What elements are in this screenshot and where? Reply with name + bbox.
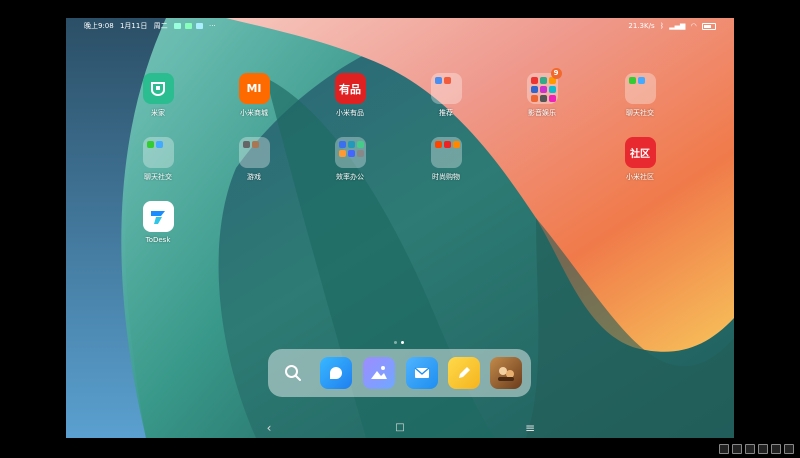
app-label: 影音娱乐 xyxy=(528,109,556,117)
signal-icon: ▂▄▆ xyxy=(669,22,686,30)
status-more: ··· xyxy=(209,22,216,30)
folder-office[interactable]: 效率办公 xyxy=(320,137,380,182)
todesk-icon xyxy=(142,201,174,232)
page-indicator xyxy=(394,329,408,348)
app-label: 小米商城 xyxy=(240,109,268,117)
app-label: 聊天社交 xyxy=(144,173,172,181)
folder-recommend[interactable]: 推荐 xyxy=(416,73,476,118)
app-label: 时尚购物 xyxy=(432,173,460,181)
game-art-icon xyxy=(498,367,514,381)
back-button[interactable]: ‹ xyxy=(259,418,279,438)
page-dot-active[interactable] xyxy=(401,341,404,344)
status-date: 1月11日 xyxy=(119,22,148,30)
notification-badge: 9 xyxy=(550,68,562,79)
mijia-icon xyxy=(142,73,174,104)
dock xyxy=(268,349,531,397)
folder-media[interactable]: 9 影音娱乐 xyxy=(512,68,572,118)
app-todesk[interactable]: ToDesk xyxy=(128,201,188,244)
toolbar-button[interactable] xyxy=(719,444,729,454)
navigation-bar: ‹ □ ≡ xyxy=(66,418,734,438)
toolbar-button[interactable] xyxy=(771,444,781,454)
folder-social-1[interactable]: 聊天社交 xyxy=(610,73,670,118)
wifi-icon: ◠ xyxy=(690,22,697,30)
toolbar-button[interactable] xyxy=(758,444,768,454)
tablet-screen: 晚上9:08 1月11日 周二 ··· 21.3K/s ᛒ ▂▄▆ ◠ 米家 M… xyxy=(66,18,734,438)
folder-icon: 9 xyxy=(526,68,562,104)
app-label: 游戏 xyxy=(247,173,261,181)
community-icon: 社区 xyxy=(624,137,656,168)
battery-icon xyxy=(702,22,716,30)
notes-app[interactable] xyxy=(448,357,480,389)
page-dot[interactable] xyxy=(394,341,397,344)
toolbar-button[interactable] xyxy=(732,444,742,454)
folder-icon xyxy=(624,73,656,104)
browser-app[interactable] xyxy=(320,357,352,389)
status-bar: 晚上9:08 1月11日 周二 ··· 21.3K/s ᛒ ▂▄▆ ◠ xyxy=(66,18,734,34)
folder-icon xyxy=(238,137,270,168)
folder-icon xyxy=(142,137,174,168)
top-black-bar xyxy=(0,0,800,18)
mail-app[interactable] xyxy=(406,357,438,389)
app-label: 聊天社交 xyxy=(626,109,654,117)
app-label: 米家 xyxy=(151,109,165,117)
folder-icon xyxy=(430,137,462,168)
net-speed: 21.3K/s xyxy=(628,22,655,30)
folder-shopping[interactable]: 时尚购物 xyxy=(416,137,476,182)
status-weekday: 周二 xyxy=(153,22,168,30)
gallery-app[interactable] xyxy=(363,357,395,389)
app-youpin[interactable]: 有品 小米有品 xyxy=(320,73,380,118)
recents-button[interactable]: ≡ xyxy=(520,418,540,438)
youpin-icon: 有品 xyxy=(334,73,366,104)
app-community[interactable]: 社区 小米社区 xyxy=(610,137,670,182)
app-label: 小米社区 xyxy=(626,173,654,181)
app-label: 推荐 xyxy=(439,109,453,117)
home-button[interactable]: □ xyxy=(390,418,410,438)
app-label: 小米有品 xyxy=(336,109,364,117)
remote-toolbar xyxy=(716,439,794,454)
app-label: 效率办公 xyxy=(336,173,364,181)
search-icon xyxy=(285,365,301,381)
app-label: ToDesk xyxy=(145,236,171,244)
browser-icon xyxy=(330,367,342,379)
status-time: 晚上9:08 xyxy=(84,22,114,30)
toolbar-button[interactable] xyxy=(745,444,755,454)
bluetooth-icon: ᛒ xyxy=(659,22,665,30)
mi-logo-icon: MI xyxy=(238,73,270,104)
folder-social-2[interactable]: 聊天社交 xyxy=(128,137,188,182)
folder-icon xyxy=(334,137,366,168)
app-mi-store[interactable]: MI 小米商城 xyxy=(224,73,284,118)
folder-icon xyxy=(430,73,462,104)
toolbar-button[interactable] xyxy=(784,444,794,454)
folder-games[interactable]: 游戏 xyxy=(224,137,284,182)
app-mijia[interactable]: 米家 xyxy=(128,73,188,118)
mail-icon xyxy=(414,367,430,378)
gallery-icon xyxy=(371,366,387,379)
pencil-icon xyxy=(459,367,470,378)
search-button[interactable] xyxy=(277,357,309,389)
game-app[interactable] xyxy=(490,357,522,389)
